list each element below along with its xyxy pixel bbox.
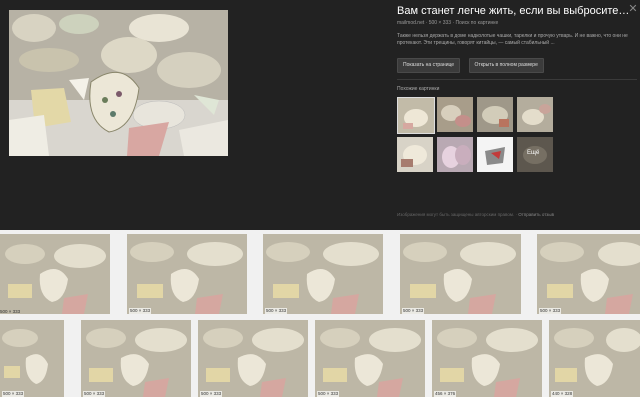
copyright-notice: Изображения могут быть защищены авторски… [397,212,554,217]
thumb-dimensions: 440 × 328 [551,391,574,397]
feedback-link[interactable]: Отправить отзыв [518,212,554,217]
thumb-dimensions: 456 × 376 [434,391,457,397]
similar-more-label: Ещё [527,150,540,156]
result-thumb[interactable]: 500 × 333 [263,234,383,314]
similar-thumb[interactable] [397,137,433,172]
thumb-dimensions: 500 × 333 [539,308,562,314]
thumb-dimensions: 500 × 333 [2,391,25,397]
thumb-dimensions: 500 × 333 [200,391,223,397]
similar-thumb[interactable] [477,137,513,172]
similar-thumb[interactable] [437,137,473,172]
preview-buttons: Показать на странице Открыть в полном ра… [397,53,637,73]
thumb-dimensions: 500 × 333 [83,391,106,397]
search-by-image-link[interactable]: Поиск по картинке [456,20,499,26]
result-thumb[interactable]: 456 × 376 [432,320,542,397]
broken-dishes-image [9,10,228,156]
result-thumb[interactable]: 500 × 333 [127,234,247,314]
similar-thumb[interactable] [477,97,513,132]
thumb-dimensions: 500 × 333 [265,308,288,314]
open-full-size-button[interactable]: Открыть в полном размере [468,58,544,73]
thumb-dimensions: 500 × 333 [0,309,21,314]
result-thumb[interactable]: 500 × 333 [400,234,521,314]
similar-thumb[interactable] [397,97,435,134]
similar-thumb[interactable] [437,97,473,132]
result-thumb[interactable]: 440 × 328 [549,320,640,397]
thumb-dimensions: 500 × 333 [317,391,340,397]
similar-images-label: Похожие картинки [397,86,440,92]
result-thumb[interactable]: 500 × 333 [537,234,640,314]
preview-meta: mailmod.net · 500 × 333 · Поиск по карти… [397,20,499,26]
preview-description: Также нельзя держать в доме надколотые ч… [397,33,628,46]
thumb-dimensions: 500 × 333 [402,308,425,314]
result-thumb[interactable]: 500 × 333 [315,320,425,397]
divider [397,79,637,80]
thumb-caption-strip [0,314,60,317]
result-thumb[interactable]: 500 × 333 [0,320,64,397]
site-link[interactable]: mailmod.net [397,20,424,26]
preview-info: Вам станет легче жить, если вы выбросите… [397,4,637,177]
similar-thumb[interactable] [517,97,553,132]
thumb-dimensions: 500 × 333 [129,308,152,314]
preview-image[interactable] [9,10,228,156]
preview-title[interactable]: Вам станет легче жить, если вы выбросите… [397,4,632,18]
result-thumb[interactable]: 500 × 333 [81,320,191,397]
image-preview-panel: ✕ Вам станет легче жить, если вы выброси… [0,0,640,230]
result-thumb[interactable] [0,234,110,314]
result-thumb[interactable]: 500 × 333 [198,320,308,397]
open-page-button[interactable]: Показать на странице [397,58,461,73]
similar-images-grid: Ещё [397,97,637,177]
image-dimensions: 500 × 333 [428,20,452,26]
similar-more-button[interactable]: Ещё [517,137,553,172]
